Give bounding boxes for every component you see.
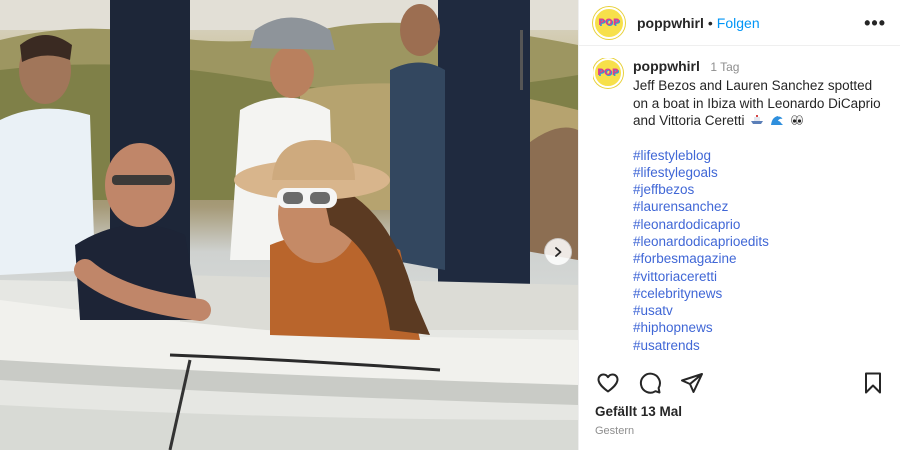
bookmark-icon (865, 372, 881, 394)
post-side-panel: POP poppwhirl • Folgen ••• POP poppwhirl… (578, 0, 900, 450)
likes-count[interactable]: Gefällt 13 Mal (595, 404, 682, 419)
comment-icon (639, 372, 661, 394)
caption-timestamp[interactable]: 1 Tag (710, 60, 739, 74)
eyes-emoji (791, 115, 803, 125)
caption-avatar[interactable]: POP (593, 58, 623, 88)
hashtag-link[interactable]: #forbesmagazine (633, 250, 890, 267)
heart-icon (597, 373, 619, 393)
post-header: POP poppwhirl • Folgen ••• (579, 0, 900, 46)
post-username[interactable]: poppwhirl (637, 15, 704, 31)
post-photo[interactable] (0, 0, 578, 450)
comment-button[interactable] (637, 370, 663, 396)
caption-area: POP poppwhirl 1 Tag Jeff Bezos and Laure… (593, 58, 890, 354)
hashtag-link[interactable]: #vittoriaceretti (633, 268, 890, 285)
hashtag-link[interactable]: #lifestylegoals (633, 164, 890, 181)
avatar-logo-text: POP (598, 17, 620, 28)
wave-emoji (771, 115, 784, 125)
hashtag-link[interactable]: #lifestyleblog (633, 147, 890, 164)
carousel-next-button[interactable] (544, 238, 572, 266)
hashtag-link[interactable]: #leonardodicaprioedits (633, 233, 890, 250)
more-options-icon[interactable]: ••• (864, 14, 886, 32)
share-icon (681, 373, 703, 393)
caption-comment: POP poppwhirl 1 Tag Jeff Bezos and Laure… (593, 58, 890, 354)
separator-dot: • (707, 14, 713, 31)
caption-body: poppwhirl 1 Tag Jeff Bezos and Lauren Sa… (633, 58, 890, 354)
profile-avatar[interactable]: POP (593, 6, 625, 39)
caption-username[interactable]: poppwhirl (633, 58, 700, 74)
avatar-logo-text: POP (597, 68, 619, 78)
chevron-right-icon (555, 247, 562, 257)
hashtag-link[interactable]: #hiphopnews (633, 319, 890, 336)
follow-button[interactable]: Folgen (717, 15, 760, 31)
like-button[interactable] (595, 370, 621, 396)
hashtag-link[interactable]: #usatrends (633, 337, 890, 354)
hashtag-list: #lifestyleblog #lifestylegoals #jeffbezo… (633, 147, 890, 355)
action-bar (595, 370, 886, 396)
boat-scene-illustration (0, 0, 578, 450)
hashtag-link[interactable]: #jeffbezos (633, 181, 890, 198)
hashtag-link[interactable]: #celebritynews (633, 285, 890, 302)
boat-emoji (751, 115, 764, 124)
post-date: Gestern (595, 425, 635, 437)
hashtag-link[interactable]: #usatv (633, 302, 890, 319)
share-button[interactable] (679, 370, 705, 396)
caption-text: Jeff Bezos and Lauren Sanchez spotted on… (633, 77, 890, 130)
hashtag-link[interactable]: #laurensanchez (633, 198, 890, 215)
save-button[interactable] (860, 370, 886, 396)
hashtag-link[interactable]: #leonardodicaprio (633, 216, 890, 233)
